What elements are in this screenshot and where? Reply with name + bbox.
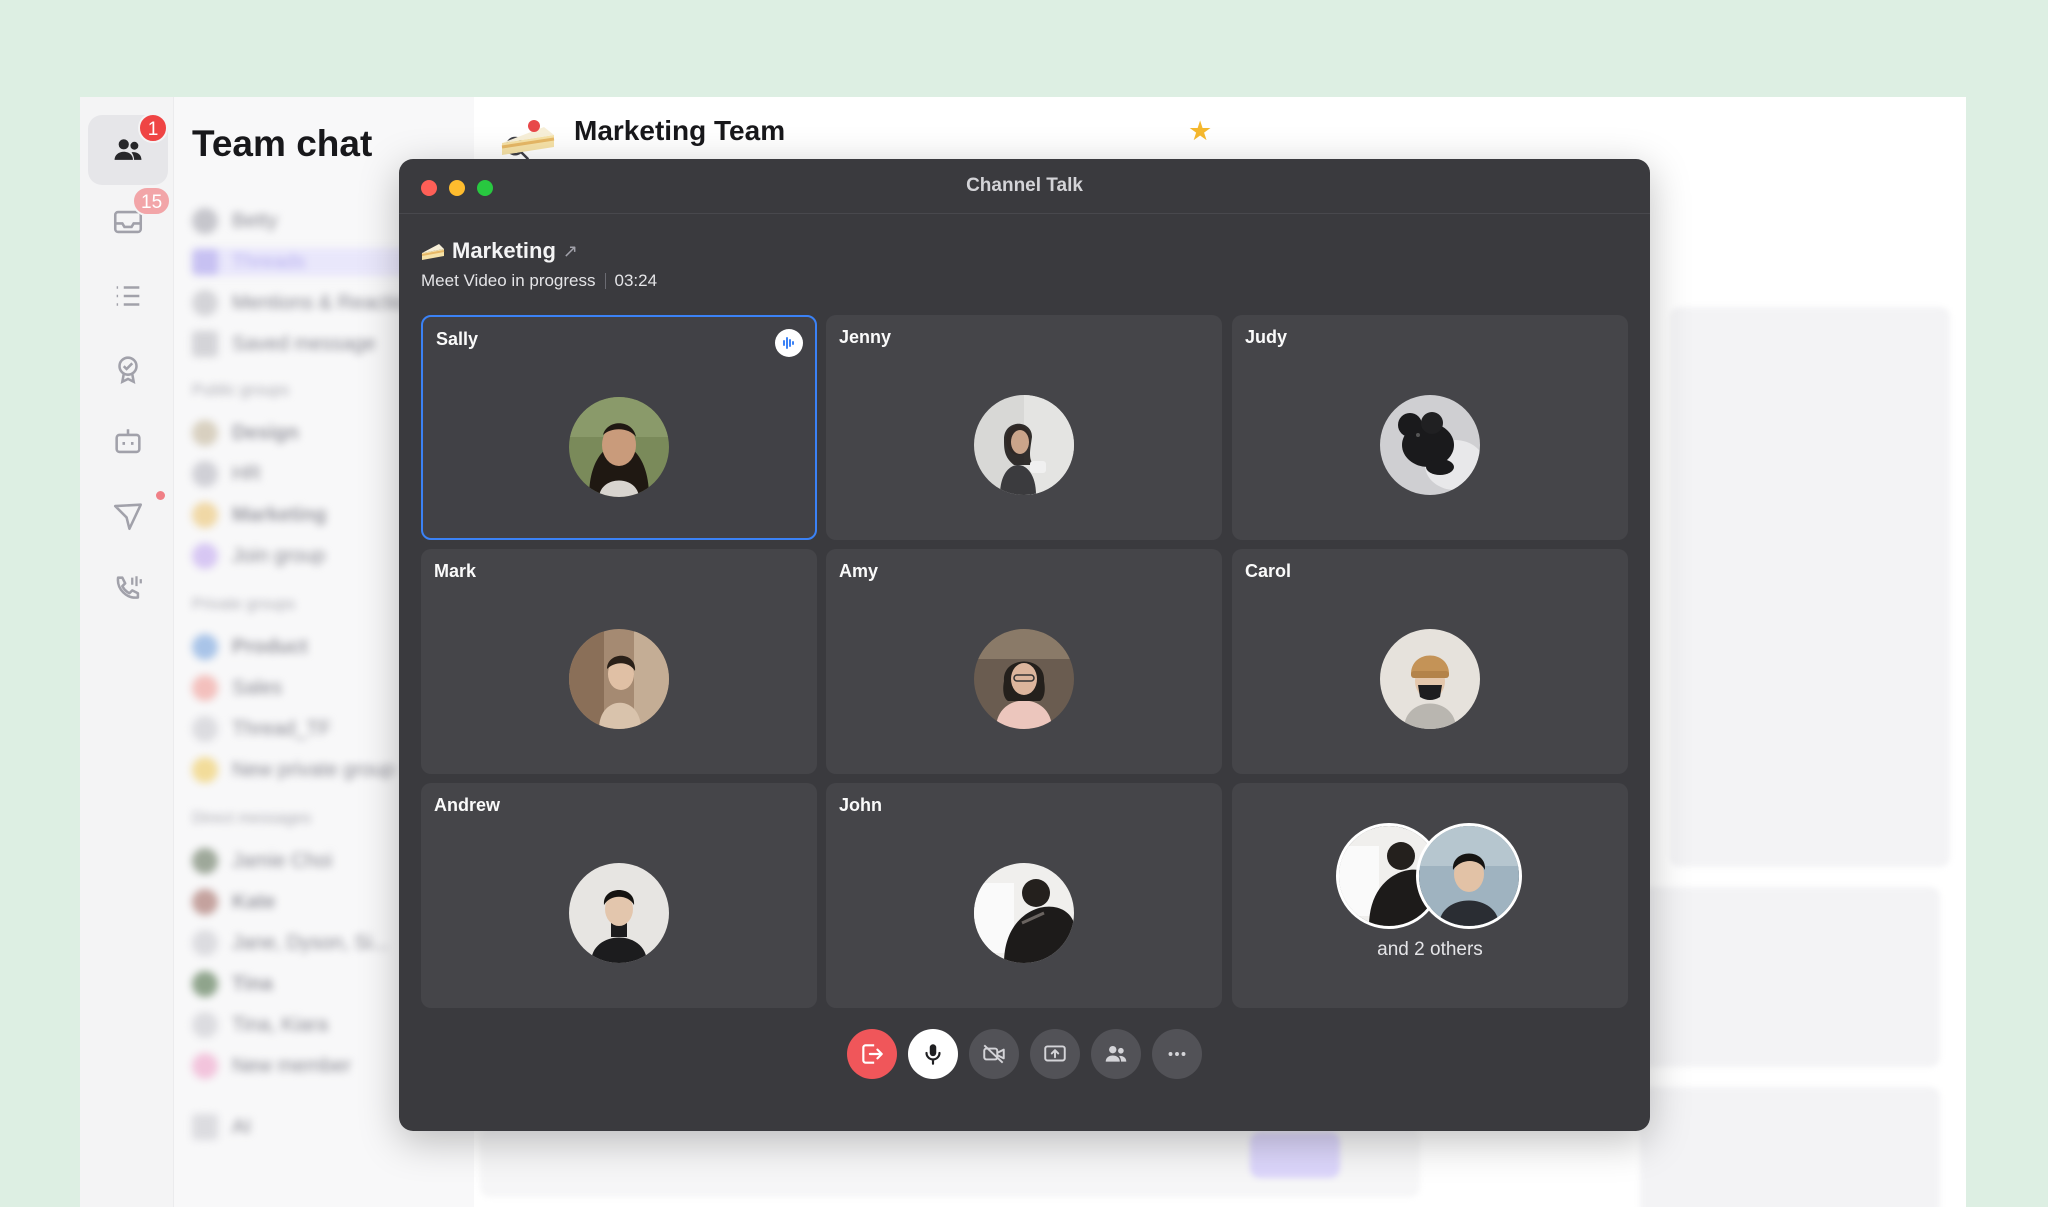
participant-avatar: [569, 397, 669, 497]
bot-icon: [115, 429, 141, 454]
sidebar-row[interactable]: Marketing: [192, 501, 326, 529]
channel-header: Marketing Team ★: [474, 97, 1966, 161]
participant-name: Sally: [436, 329, 479, 349]
call-channel[interactable]: Marketing ↗: [421, 238, 578, 264]
window-title: Channel Talk: [966, 175, 1083, 196]
rail-send[interactable]: [88, 481, 168, 551]
nav-rail: 1 15: [80, 97, 174, 1207]
more-icon: [1168, 1052, 1186, 1056]
team-badge: 1: [138, 113, 168, 143]
sidebar-row[interactable]: Jamie Choi: [192, 847, 332, 875]
speaking-indicator-icon: [775, 329, 803, 357]
participant-tile[interactable]: Mark: [421, 549, 817, 774]
microphone-button[interactable]: [908, 1029, 958, 1079]
participant-avatar: [1380, 629, 1480, 729]
participant-name: Mark: [434, 561, 477, 581]
participant-avatar: [974, 863, 1074, 963]
channel-title: Marketing Team: [574, 115, 786, 146]
participant-name: Carol: [1245, 561, 1292, 581]
participant-tile[interactable]: Judy: [1232, 315, 1628, 540]
call-controls: [399, 1029, 1650, 1081]
sidebar-row[interactable]: HR: [192, 460, 261, 488]
rail-inbox[interactable]: 15: [88, 186, 172, 257]
camera-button[interactable]: [969, 1029, 1019, 1079]
sidebar-row[interactable]: Tina, Kiara: [192, 1011, 328, 1039]
inbox-badge: 15: [132, 186, 172, 216]
sidebar-row[interactable]: Product: [192, 633, 308, 661]
participant-avatar: [974, 629, 1074, 729]
camera-off-icon: [983, 1044, 1005, 1064]
rail-bot[interactable]: [88, 407, 168, 477]
participants-button[interactable]: [1091, 1029, 1141, 1079]
sidebar-row[interactable]: Sales: [192, 674, 282, 702]
participant-tile[interactable]: Amy: [826, 549, 1222, 774]
call-status-text: Meet Video in progress: [421, 271, 596, 290]
external-link-icon[interactable]: ↗: [563, 241, 578, 262]
participant-name: Andrew: [434, 795, 501, 815]
sidebar-section-header: Private groups: [192, 596, 296, 613]
sidebar-row[interactable]: Design: [192, 419, 299, 447]
participant-avatar: [974, 395, 1074, 495]
call-channel-name: Marketing: [452, 238, 556, 263]
send-icon: [113, 503, 143, 531]
leave-call-button[interactable]: [847, 1029, 897, 1079]
more-button[interactable]: [1152, 1029, 1202, 1079]
rail-calls[interactable]: [88, 554, 168, 624]
screen-share-button[interactable]: [1030, 1029, 1080, 1079]
rail-badge-award[interactable]: [88, 334, 168, 404]
sidebar-row[interactable]: Tina: [192, 970, 273, 998]
participant-tile[interactable]: Sally: [421, 315, 817, 540]
award-icon: [118, 356, 138, 385]
participant-avatar: [1380, 395, 1480, 495]
participant-tile[interactable]: Andrew: [421, 783, 817, 1008]
sidebar-section-header: Direct messages: [192, 810, 312, 827]
sidebar-row[interactable]: Kate: [192, 888, 275, 916]
details-panel: [1670, 307, 1950, 867]
send-button-blurred: [1250, 1132, 1340, 1178]
sidebar-row[interactable]: AI: [192, 1113, 251, 1141]
star-icon[interactable]: ★: [1188, 116, 1212, 147]
call-status: Meet Video in progress 03:24: [421, 271, 657, 291]
sidebar-row[interactable]: Join group: [192, 542, 325, 570]
rail-team-chat[interactable]: 1: [88, 113, 168, 185]
notification-dot: [156, 491, 165, 500]
participant-avatar: [569, 863, 669, 963]
participant-tile[interactable]: Jenny: [826, 315, 1222, 540]
sidebar-row[interactable]: Saved message: [192, 330, 375, 358]
participant-name: John: [839, 795, 882, 815]
cake-icon: [501, 120, 555, 155]
others-tile[interactable]: and 2 others: [1232, 783, 1628, 1008]
participant-name: Jenny: [839, 327, 892, 347]
sidebar-row[interactable]: Mentions & Reactions: [192, 289, 427, 317]
window-titlebar: Channel Talk: [399, 159, 1650, 214]
sidebar-section-header: Public groups: [192, 382, 289, 399]
microphone-icon: [925, 1044, 941, 1065]
leave-icon: [862, 1044, 883, 1064]
screen-share-icon: [1044, 1045, 1066, 1062]
others-avatars: [1336, 823, 1526, 931]
participants-icon: [1105, 1045, 1127, 1062]
sidebar-title: Team chat: [192, 123, 373, 164]
team-icon: [114, 139, 142, 160]
participant-tile[interactable]: Carol: [1232, 549, 1628, 774]
details-panel-section: [1640, 887, 1940, 1067]
sidebar-row[interactable]: Betty: [192, 207, 278, 235]
sidebar-row[interactable]: New member: [192, 1052, 351, 1080]
participant-name: Amy: [839, 561, 879, 581]
details-panel-section: [1640, 1087, 1940, 1207]
participant-name: Judy: [1245, 327, 1288, 347]
phone-icon: [116, 576, 142, 599]
participant-avatar: [1416, 823, 1522, 929]
cake-icon: [421, 244, 445, 260]
call-window: Channel Talk Marketing ↗ Meet Video in p…: [399, 159, 1650, 1131]
rail-tasks[interactable]: [88, 261, 168, 331]
participant-tile[interactable]: John: [826, 783, 1222, 1008]
list-icon: [116, 286, 140, 306]
sidebar-row[interactable]: Thread_TF: [192, 715, 331, 743]
others-count: and 2 others: [1377, 939, 1483, 960]
call-timer: 03:24: [614, 271, 658, 290]
sidebar-row[interactable]: New private group: [192, 756, 394, 784]
sidebar-row[interactable]: Jane, Dyson, Si...: [192, 929, 389, 957]
participant-avatar: [569, 629, 669, 729]
